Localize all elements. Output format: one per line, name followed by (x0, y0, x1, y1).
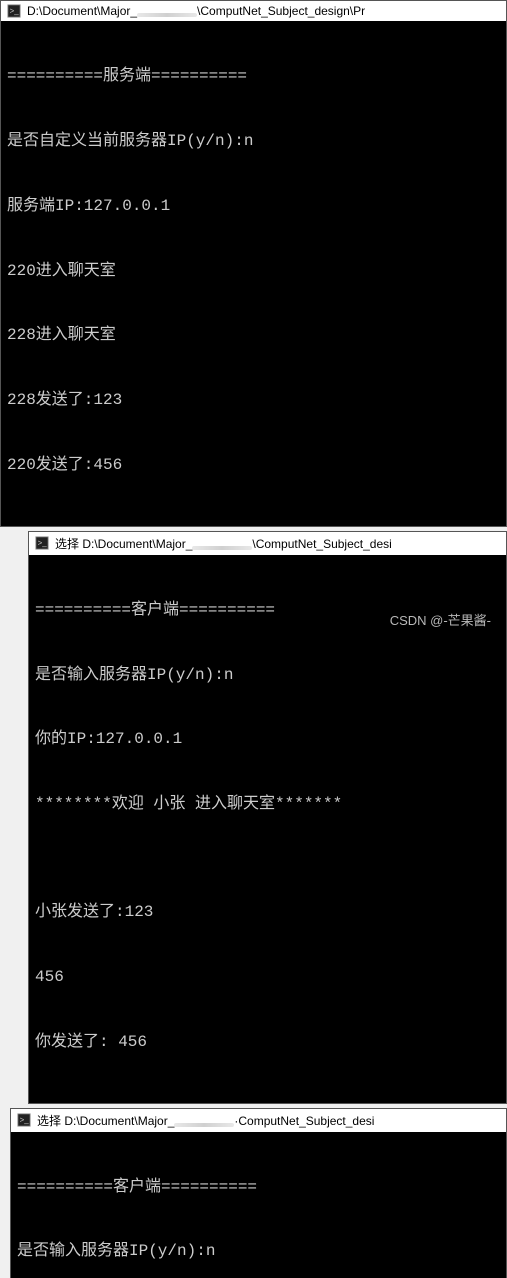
console-line: 小张发送了:123 (35, 902, 500, 924)
console-window-client-2: >_ 选择 D:\Document\Major_ ·ComputNet_Subj… (10, 1108, 507, 1278)
console-body-server[interactable]: ==========服务端========== 是否自定义当前服务器IP(y/n… (1, 21, 506, 526)
console-line: 服务端IP:127.0.0.1 (7, 196, 500, 218)
console-line: 220发送了:456 (7, 455, 500, 477)
title-text: 选择 D:\Document\Major_ ·ComputNet_Subject… (37, 1112, 374, 1129)
console-line: ==========服务端========== (7, 66, 500, 88)
title-text: D:\Document\Major_ \ComputNet_Subject_de… (27, 4, 365, 18)
console-line: 228进入聊天室 (7, 325, 500, 347)
console-window-server: >_ D:\Document\Major_ \ComputNet_Subject… (0, 0, 507, 527)
console-line: 是否自定义当前服务器IP(y/n):n (7, 131, 500, 153)
title-prefix: 选择 D:\Document\Major_ (37, 1114, 174, 1128)
svg-text:>_: >_ (38, 539, 48, 548)
cmd-icon: >_ (35, 536, 49, 550)
console-line: 220进入聊天室 (7, 261, 500, 283)
svg-text:>_: >_ (20, 1116, 30, 1125)
console-line: ********欢迎 小张 进入聊天室******* (35, 794, 500, 816)
title-text: 选择 D:\Document\Major_ \ComputNet_Subject… (55, 535, 392, 552)
cmd-icon: >_ (17, 1113, 31, 1127)
title-suffix: \ComputNet_Subject_design\Pr (197, 4, 365, 18)
console-line: 你的IP:127.0.0.1 (35, 729, 500, 751)
title-suffix: ·ComputNet_Subject_desi (234, 1114, 374, 1128)
console-body-client-1[interactable]: ==========客户端========== 是否输入服务器IP(y/n):n… (29, 555, 506, 1103)
console-line: 456 (35, 967, 500, 989)
console-line: 是否输入服务器IP(y/n):n (35, 665, 500, 687)
svg-text:>_: >_ (10, 7, 20, 16)
title-bar[interactable]: >_ 选择 D:\Document\Major_ \ComputNet_Subj… (29, 532, 506, 555)
console-line: 是否输入服务器IP(y/n):n (17, 1241, 500, 1263)
title-bar[interactable]: >_ D:\Document\Major_ \ComputNet_Subject… (1, 1, 506, 21)
console-line: 228发送了:123 (7, 390, 500, 412)
cmd-icon: >_ (7, 4, 21, 18)
console-line: 你发送了: 456 (35, 1032, 500, 1054)
console-line: ==========客户端========== (17, 1177, 500, 1199)
title-bar[interactable]: >_ 选择 D:\Document\Major_ ·ComputNet_Subj… (11, 1109, 506, 1132)
console-body-client-2[interactable]: ==========客户端========== 是否输入服务器IP(y/n):n… (11, 1132, 506, 1278)
title-prefix: 选择 D:\Document\Major_ (55, 537, 192, 551)
title-suffix: \ComputNet_Subject_desi (252, 537, 391, 551)
watermark: CSDN @-芒果酱- (390, 610, 491, 629)
title-prefix: D:\Document\Major_ (27, 4, 137, 18)
